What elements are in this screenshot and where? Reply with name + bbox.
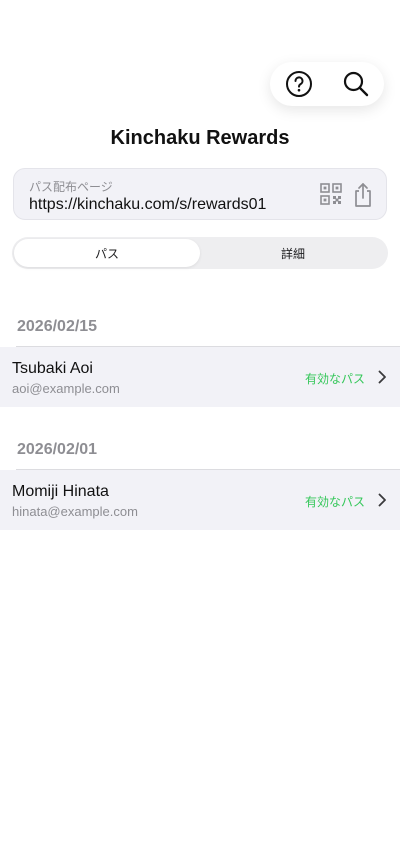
- segmented-control: パス 詳細: [12, 237, 388, 269]
- pass-url-value[interactable]: https://kinchaku.com/s/rewards01: [29, 196, 266, 214]
- share-button[interactable]: [352, 182, 376, 208]
- member-email: aoi@example.com: [12, 381, 120, 396]
- pass-url-card: パス配布ページ https://kinchaku.com/s/rewards01: [13, 168, 387, 220]
- chevron-right-icon: [378, 370, 386, 384]
- status-badge: 有効なパス: [304, 372, 365, 386]
- list-item[interactable]: Momiji Hinata hinata@example.com 有効なパス: [0, 470, 400, 530]
- tab-pass[interactable]: パス: [14, 239, 200, 267]
- member-name: Momiji Hinata: [12, 483, 109, 500]
- list-item[interactable]: Tsubaki Aoi aoi@example.com 有効なパス: [0, 347, 400, 407]
- chevron-right-icon: [378, 493, 386, 507]
- tab-details[interactable]: 詳細: [200, 239, 386, 267]
- page-title: Kinchaku Rewards: [110, 127, 290, 149]
- help-circle-icon: [285, 71, 312, 97]
- help-button[interactable]: [279, 64, 319, 104]
- top-action-bar: [270, 62, 384, 106]
- qr-code-button[interactable]: [320, 183, 344, 207]
- share-icon: [355, 183, 371, 207]
- member-email: hinata@example.com: [12, 504, 138, 519]
- member-name: Tsubaki Aoi: [12, 360, 93, 377]
- pass-url-label: パス配布ページ: [29, 180, 113, 194]
- qr-code-icon: [320, 183, 342, 205]
- date-header: 2026/02/15: [17, 318, 98, 335]
- date-header: 2026/02/01: [17, 441, 98, 458]
- search-icon: [343, 71, 368, 97]
- search-button[interactable]: [336, 64, 376, 104]
- status-badge: 有効なパス: [304, 495, 365, 509]
